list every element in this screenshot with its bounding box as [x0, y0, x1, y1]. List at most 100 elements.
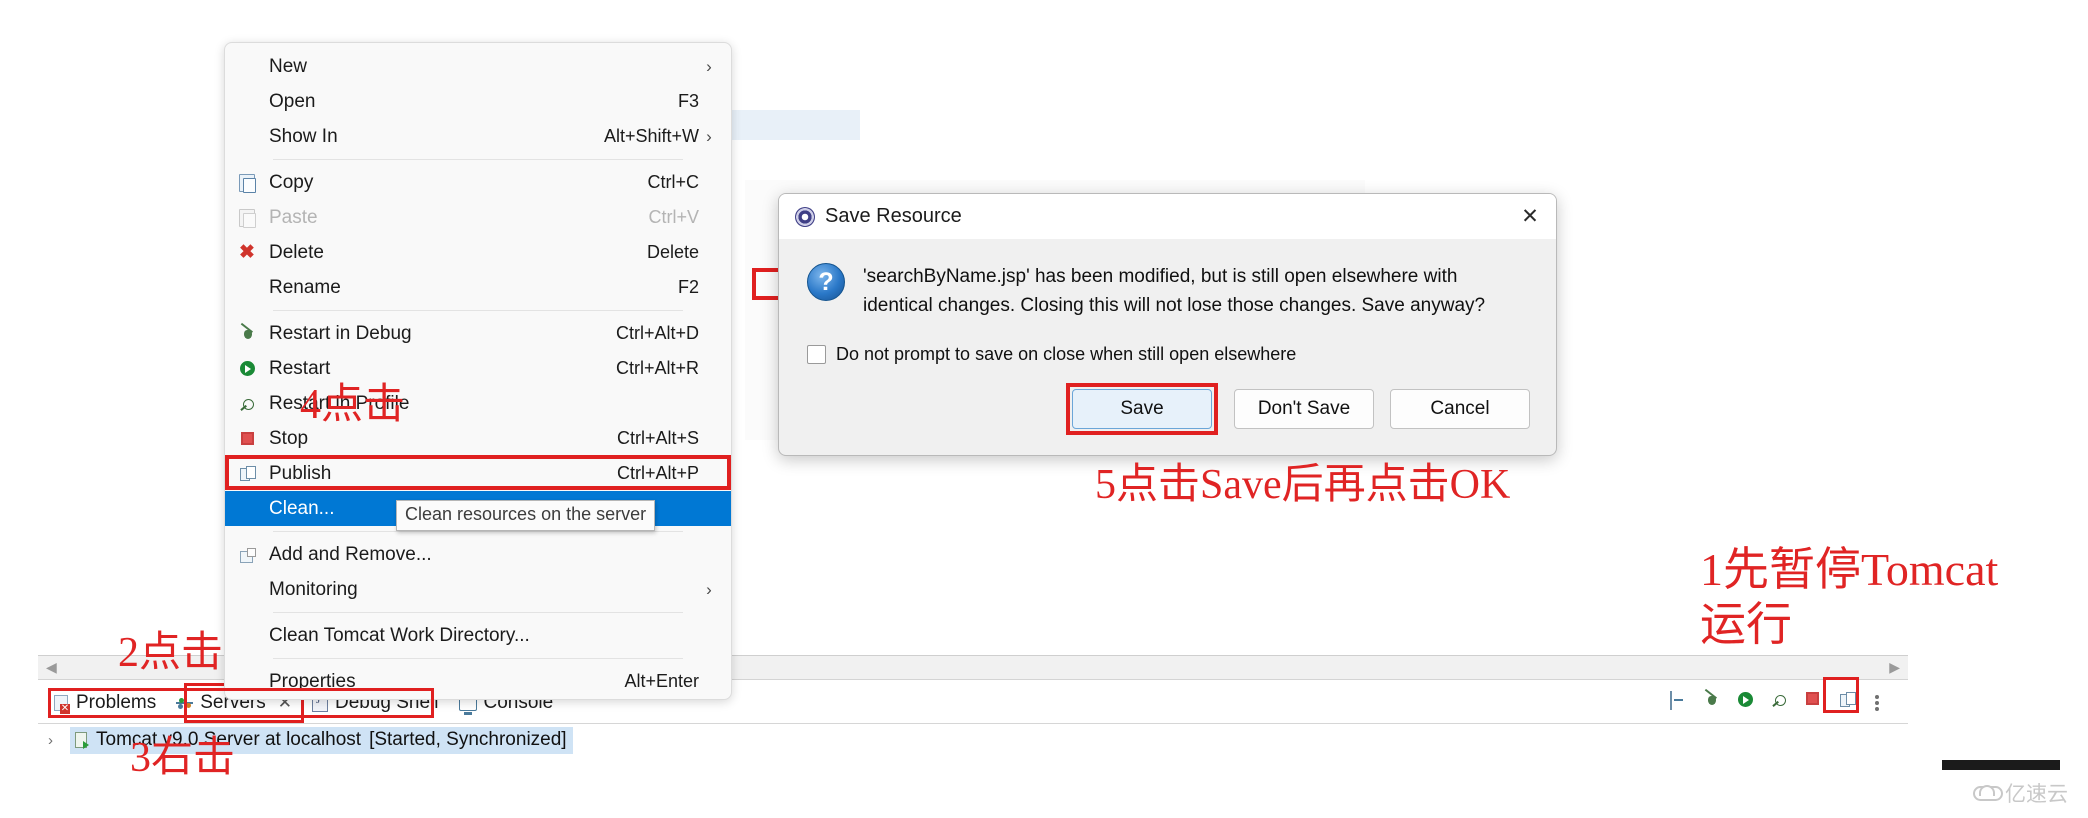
- watermark-bar: [1942, 760, 2060, 770]
- menu-item-label: Restart: [269, 357, 331, 379]
- problems-icon: [54, 695, 70, 714]
- stop-icon: [240, 432, 254, 445]
- dialog-body: ? 'searchByName.jsp' has been modified, …: [779, 239, 1556, 365]
- menu-item-shortcut: Ctrl+Alt+R: [615, 358, 699, 378]
- paste-icon: [239, 208, 256, 228]
- add-remove-icon: [239, 547, 256, 563]
- run-icon: [1738, 692, 1753, 707]
- menu-item-icon-slot: ✖: [225, 243, 269, 262]
- profile-icon[interactable]: [1772, 692, 1792, 712]
- menu-item-show-in[interactable]: Show In Alt+Shift+W ›: [225, 119, 731, 154]
- menu-item-label: Properties: [269, 670, 356, 692]
- menu-item-label: Add and Remove...: [269, 543, 432, 565]
- menu-item-rename[interactable]: Rename F2: [225, 270, 731, 305]
- server-list-row[interactable]: › Tomcat v9.0 Server at localhost [Start…: [38, 724, 1908, 756]
- menu-item-copy[interactable]: Copy Ctrl+C: [225, 165, 731, 200]
- chevron-right-icon: ›: [706, 579, 712, 599]
- publish-icon: [1840, 692, 1856, 707]
- menu-item-paste: Paste Ctrl+V: [225, 200, 731, 235]
- scroll-right-icon[interactable]: ▶: [1889, 659, 1900, 676]
- menu-separator: [273, 612, 683, 613]
- chevron-right-icon: ›: [706, 56, 712, 76]
- menu-item-label: Rename: [269, 276, 341, 298]
- menu-item-shortcut: F3: [677, 91, 699, 111]
- menu-item-shortcut: Alt+Shift+W: [603, 126, 699, 146]
- watermark: 亿速云: [1973, 778, 2068, 808]
- servers-icon: [176, 696, 194, 711]
- menu-item-label: Paste: [269, 206, 318, 228]
- do-not-prompt-label: Do not prompt to save on close when stil…: [836, 344, 1297, 364]
- menu-item-restart-in-debug[interactable]: Restart in Debug Ctrl+Alt+D: [225, 316, 731, 351]
- minimize-icon[interactable]: [1670, 691, 1690, 712]
- menu-item-add-and-remove[interactable]: Add and Remove...: [225, 537, 731, 572]
- server-icon: [74, 731, 89, 749]
- debug-icon: [1704, 692, 1719, 707]
- menu-item-clean-tomcat-work-directory[interactable]: Clean Tomcat Work Directory...: [225, 618, 731, 653]
- menu-item-delete[interactable]: ✖ Delete Delete: [225, 235, 731, 270]
- menu-item-open[interactable]: Open F3: [225, 84, 731, 119]
- menu-item-restart[interactable]: Restart Ctrl+Alt+R: [225, 351, 731, 386]
- menu-item-icon-slot: [225, 361, 269, 376]
- close-icon[interactable]: ✕: [1508, 197, 1552, 237]
- watermark-text: 亿速云: [2005, 783, 2068, 806]
- menu-item-new[interactable]: New ›: [225, 49, 731, 84]
- dialog-title: Save Resource: [825, 205, 962, 227]
- publish-icon: [239, 466, 256, 481]
- menu-item-shortcut: Alt+Enter: [624, 671, 699, 691]
- menu-item-label: Open: [269, 90, 316, 112]
- minimize-icon: [1670, 691, 1672, 710]
- menu-item-label: Monitoring: [269, 578, 358, 600]
- stop-icon[interactable]: [1806, 692, 1826, 712]
- play-icon: [239, 361, 255, 376]
- menu-item-publish[interactable]: Publish Ctrl+Alt+P: [225, 456, 731, 491]
- menu-item-properties[interactable]: Properties Alt+Enter: [225, 664, 731, 699]
- menu-item-monitoring[interactable]: Monitoring ›: [225, 572, 731, 607]
- menu-item-icon-slot: [225, 547, 269, 563]
- menu-separator: [273, 310, 683, 311]
- annotation-step-5: 5点击Save后再点击OK: [1095, 462, 1511, 508]
- run-icon[interactable]: [1738, 692, 1758, 712]
- menu-separator: [273, 531, 683, 532]
- menu-item-icon-slot: [225, 173, 269, 193]
- don-t-save-button[interactable]: Don't Save: [1234, 389, 1374, 429]
- menu-item-shortcut: Delete: [646, 242, 699, 262]
- menu-item-label: Copy: [269, 171, 314, 193]
- debug-icon[interactable]: [1704, 692, 1724, 712]
- tab-problems[interactable]: Problems: [44, 683, 166, 723]
- menu-item-label: Delete: [269, 241, 324, 263]
- menu-item-icon-slot: [225, 326, 269, 341]
- annotation-step-3: 3右击: [130, 735, 236, 781]
- profile-icon: [240, 396, 255, 411]
- expand-arrow-icon[interactable]: ›: [48, 732, 70, 749]
- annotation-step-4: 4点击: [300, 382, 406, 428]
- dialog-message-row: ? 'searchByName.jsp' has been modified, …: [805, 261, 1530, 320]
- menu-item-label: Publish: [269, 462, 332, 484]
- do-not-prompt-checkbox-row[interactable]: Do not prompt to save on close when stil…: [807, 344, 1530, 365]
- menu-item-shortcut: Ctrl+Alt+S: [616, 428, 699, 448]
- menu-item-shortcut: F2: [677, 277, 699, 297]
- annotation-step-1: 1先暂停Tomcat: [1700, 544, 1999, 595]
- publish-icon[interactable]: [1840, 692, 1860, 712]
- annotation-step-2: 2点击: [118, 630, 224, 676]
- menu-item-icon-slot: [225, 396, 269, 411]
- cancel-button[interactable]: Cancel: [1390, 389, 1530, 429]
- scroll-left-icon[interactable]: ◀: [46, 659, 57, 676]
- profile-icon: [1772, 692, 1787, 707]
- dialog-button-row: Save Don't Save Cancel: [779, 365, 1556, 455]
- copy-icon: [239, 173, 256, 193]
- question-icon: ?: [807, 263, 845, 301]
- save-button[interactable]: Save: [1072, 389, 1212, 429]
- eclipse-app-icon: [795, 206, 815, 227]
- dialog-message: 'searchByName.jsp' has been modified, bu…: [863, 266, 1486, 316]
- menu-item-icon-slot: [225, 466, 269, 481]
- annotation-step-1b: 运行: [1700, 599, 1792, 650]
- menu-item-shortcut: Ctrl+Alt+D: [615, 323, 699, 343]
- server-context-menu[interactable]: New › Open F3 Show In Alt+Shift+W › Copy Ctrl+C P…: [224, 42, 732, 700]
- menu-item-label: Show In: [269, 125, 338, 147]
- view-menu-icon[interactable]: [1874, 692, 1894, 712]
- do-not-prompt-checkbox[interactable]: [807, 345, 826, 364]
- servers-view-toolbar[interactable]: [1670, 684, 1894, 720]
- menu-item-label: Stop: [269, 427, 309, 449]
- bug-icon: [240, 326, 255, 341]
- chevron-right-icon: ›: [706, 126, 712, 146]
